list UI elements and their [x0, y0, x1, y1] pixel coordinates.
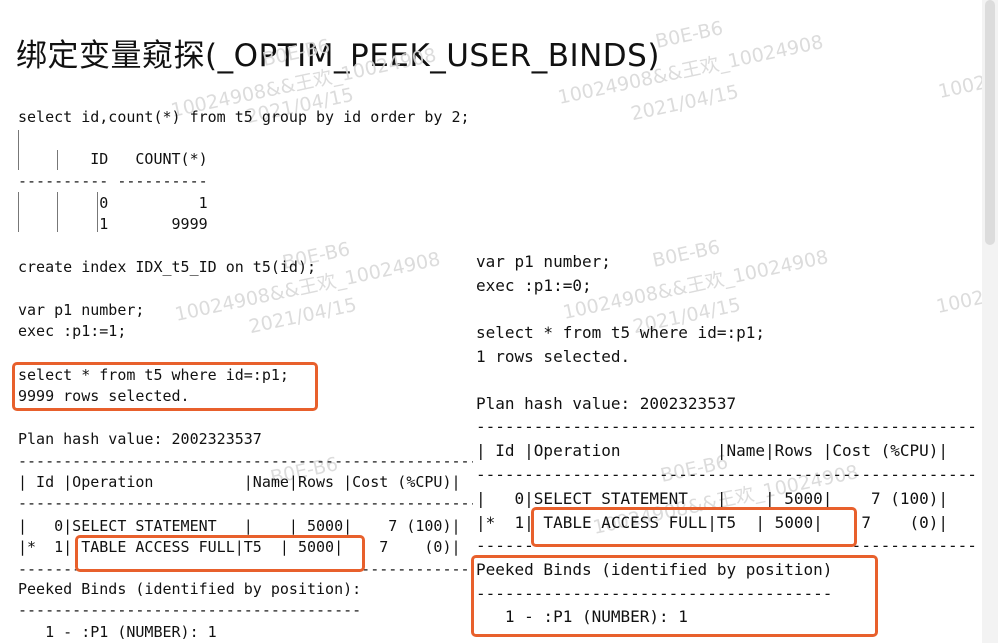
plan-header: | Id |Operation |Name|Rows |Cost (%CPU)|: [18, 473, 461, 491]
vertical-scrollbar[interactable]: [982, 0, 998, 643]
group-by-query: select id,count(*) from t5 group by id o…: [18, 108, 470, 126]
plan-row: |* 1| TABLE ACCESS FULL|T5 | 5000| 7 (0)…: [476, 513, 949, 532]
plan-rule: ----------------------------------------…: [476, 536, 977, 550]
peeked-binds-title: Peeked Binds (identified by position):: [18, 580, 362, 598]
scrollbar-thumb[interactable]: [985, 0, 995, 245]
peeked-bind-value: 1 - :P1 (NUMBER): 1: [476, 607, 688, 626]
peeked-binds-rule: -------------------------------------: [476, 584, 833, 603]
var-declaration: var p1 number;: [18, 301, 145, 319]
create-index-statement: create index IDX_t5_ID on t5(id);: [18, 258, 317, 276]
plan-rule: ----------------------------------------…: [18, 452, 473, 470]
result-rule: ---------- ----------: [18, 172, 208, 190]
select-bind-query: select * from t5 where id=:p1;: [476, 323, 765, 342]
peeked-binds-rule: --------------------------------------: [18, 601, 362, 619]
plan-row: | 0|SELECT STATEMENT | | 5000| 7 (100)|: [476, 489, 949, 508]
peeked-binds-title: Peeked Binds (identified by position): [476, 560, 833, 579]
rows-selected: 1 rows selected.: [476, 347, 631, 366]
exec-bind: exec :p1:=1;: [18, 322, 127, 340]
exec-bind: exec :p1:=0;: [476, 276, 592, 295]
plan-header: | Id |Operation |Name|Rows |Cost (%CPU)|: [476, 441, 949, 460]
page-title: 绑定变量窥探(_OPTIM_PEEK_USER_BINDS): [16, 38, 660, 74]
select-bind-query: select * from t5 where id=:p1;: [18, 366, 289, 384]
result-row: 1 9999: [18, 215, 208, 233]
plan-table-right: ----------------------------------------…: [476, 415, 982, 550]
watermark-id: B0E-B6: [650, 236, 722, 272]
plan-row: |* 1| TABLE ACCESS FULL|T5 | 5000| 7 (0)…: [18, 538, 461, 556]
plan-rule: ----------------------------------------…: [476, 417, 977, 436]
plan-hash: Plan hash value: 2002323537: [18, 430, 262, 448]
result-header: ID COUNT(*): [18, 150, 208, 168]
plan-hash: Plan hash value: 2002323537: [476, 394, 737, 413]
plan-rule: ----------------------------------------…: [18, 560, 473, 578]
rows-selected: 9999 rows selected.: [18, 387, 190, 405]
peeked-bind-value: 1 - :P1 (NUMBER): 1: [18, 623, 217, 641]
plan-row: | 0|SELECT STATEMENT | | 5000| 7 (100)|: [18, 517, 461, 535]
plan-rule: ----------------------------------------…: [476, 465, 977, 484]
result-row: 0 1: [18, 194, 208, 212]
plan-rule: ----------------------------------------…: [18, 494, 473, 512]
watermark-date: 2021/04/15: [628, 80, 741, 126]
watermark-date: 2021/04/15: [246, 293, 359, 339]
var-declaration: var p1 number;: [476, 252, 611, 271]
watermark-id: B0E-B6: [653, 17, 725, 53]
